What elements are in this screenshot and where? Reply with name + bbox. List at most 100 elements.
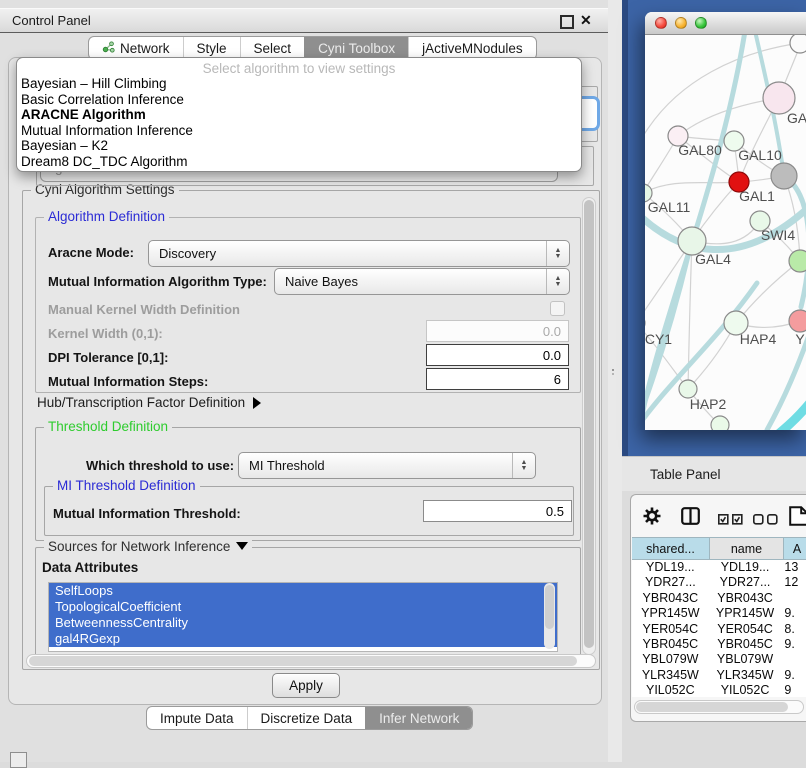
attributes-scrollbar-thumb[interactable] [545,585,554,629]
manual-kernel-checkbox[interactable] [550,301,565,316]
column-header[interactable]: shared... [632,537,710,560]
table-cell [781,652,806,667]
mi-type-combo[interactable]: Naive Bayes ▲▼ [274,268,570,295]
table-row[interactable]: YBR045CYBR045C9. [632,637,806,652]
tab-impute-data[interactable]: Impute Data [147,707,247,729]
network-window-titlebar[interactable] [645,12,806,35]
data-attributes-label: Data Attributes [42,560,138,575]
collapse-arrow-icon[interactable] [236,542,248,550]
attribute-item[interactable]: SelfLoops [49,583,557,599]
algorithm-option[interactable]: Bayesian – K2 [17,138,581,154]
table-row[interactable]: YDL19...YDL19...13 [632,560,806,575]
settings-horizontal-scrollbar[interactable] [26,654,596,668]
hub-definition-label: Hub/Transcription Factor Definition [37,395,245,410]
table-cell: YBR045C [632,637,709,652]
table-horizontal-scrollbar[interactable] [634,700,804,714]
float-window-icon[interactable] [560,15,574,29]
algorithm-popup-items: Bayesian – Hill ClimbingBasic Correlatio… [17,76,581,169]
table-column-headers: shared...nameA [632,537,806,560]
algorithm-option[interactable]: ARACNE Algorithm [17,107,581,123]
settings-hscrollbar-thumb[interactable] [29,656,577,666]
node-hap4-label: HAP4 [740,331,777,347]
tab-network[interactable]: Network [89,37,183,59]
apply-button[interactable]: Apply [272,673,340,698]
node-salmon[interactable] [789,310,806,332]
algorithm-option[interactable]: Mutual Information Inference [17,123,581,139]
which-threshold-label: Which threshold to use: [86,458,234,473]
table-panel: shared...nameA YDL19...YDL19...13YDR27..… [630,494,806,722]
network-window[interactable]: GALGAL80GAL10GAL1GAL11SWI4GAL4GCY1HAP4YH… [645,12,806,430]
minimize-traffic-light-icon[interactable] [675,17,687,29]
document-icon[interactable] [789,506,806,531]
mi-threshold-legend: MI Threshold Definition [53,478,200,493]
attributes-scrollbar[interactable] [544,583,555,649]
mi-steps-field[interactable]: 6 [426,368,569,390]
show-checked-columns-icon[interactable] [718,512,743,530]
tab-label: Network [120,41,170,56]
table-cell [781,591,806,606]
algorithm-option[interactable]: Basic Correlation Inference [17,92,581,108]
tab-select[interactable]: Select [240,37,305,59]
hide-columns-icon[interactable] [753,512,778,530]
network-canvas[interactable]: GALGAL80GAL10GAL1GAL11SWI4GAL4GCY1HAP4YH… [645,35,806,430]
mi-threshold-field[interactable]: 0.5 [423,500,572,522]
attribute-item[interactable]: gal4RGexp [49,631,557,647]
table-row[interactable]: YDR27...YDR27...12 [632,575,806,590]
node-green-right[interactable] [789,250,806,272]
algorithm-definition-group: Algorithm Definition Aracne Mode: Discov… [35,217,581,393]
column-header[interactable]: name [710,537,784,560]
collapsed-panel-icon[interactable] [10,752,27,768]
which-threshold-combo[interactable]: MI Threshold ▲▼ [238,452,536,479]
control-panel-titlebar: Control Panel ✕ [0,8,608,33]
split-columns-icon[interactable] [681,507,700,530]
dpi-tolerance-field[interactable]: 0.0 [426,344,569,366]
table-row[interactable]: YPR145WYPR145W9. [632,606,806,621]
table-cell: YLR345W [632,668,709,683]
table-hscrollbar-thumb[interactable] [636,702,788,712]
column-header[interactable]: A [784,537,806,560]
tab-jactivemnodules[interactable]: jActiveMNodules [408,37,536,59]
attribute-item[interactable]: BetweennessCentrality [49,615,557,631]
close-traffic-light-icon[interactable] [655,17,667,29]
table-cell: YER054C [632,622,709,637]
node-bottom-green[interactable] [711,416,729,430]
table-row[interactable]: YBL079WYBL079W [632,652,806,667]
algorithm-option[interactable]: Dream8 DC_TDC Algorithm [17,154,581,170]
kernel-width-field[interactable]: 0.0 [426,320,569,342]
node-gal10-label: GAL10 [738,147,782,163]
mi-steps-label: Mutual Information Steps: [48,374,208,389]
table-cell: 9. [781,637,806,652]
tab-cyni-toolbox[interactable]: Cyni Toolbox [304,37,408,59]
node-top[interactable] [790,35,806,53]
sources-legend-text: Sources for Network Inference [48,539,230,554]
sources-legend: Sources for Network Inference [44,539,252,554]
attribute-item[interactable]: TopologicalCoefficient [49,599,557,615]
aracne-mode-combo[interactable]: Discovery ▲▼ [148,240,570,267]
hub-definition-toggle[interactable]: Hub/Transcription Factor Definition [37,395,261,410]
threshold-definition-legend: Threshold Definition [44,419,172,434]
panel-splitter[interactable] [608,0,622,762]
mi-type-label: Mutual Information Algorithm Type: [48,274,267,289]
close-icon[interactable]: ✕ [580,12,592,29]
table-row[interactable]: YBR043CYBR043C [632,591,806,606]
tab-infer-network[interactable]: Infer Network [365,707,472,729]
splitter-handle-icon[interactable] [611,368,616,376]
node-gray[interactable] [771,163,797,189]
tab-style[interactable]: Style [183,37,240,59]
which-threshold-value: MI Threshold [239,453,512,478]
table-row[interactable]: YER054CYER054C8. [632,622,806,637]
tab-label: Infer Network [379,711,459,726]
table-row[interactable]: YIL052CYIL052C9 [632,683,806,697]
gear-icon[interactable] [643,507,661,530]
tab-discretize-data[interactable]: Discretize Data [247,707,366,729]
settings-scrollbar-thumb[interactable] [584,200,594,648]
data-attributes-list[interactable]: SelfLoopsTopologicalCoefficientBetweenne… [48,582,558,652]
expand-arrow-icon [253,397,261,409]
zoom-traffic-light-icon[interactable] [695,17,707,29]
node-gal1-label: GAL1 [739,188,775,204]
settings-vertical-scrollbar[interactable] [582,197,596,655]
node-gal-pink-label: GAL [787,110,806,126]
algorithm-option[interactable]: Bayesian – Hill Climbing [17,76,581,92]
network-graph[interactable]: GALGAL80GAL10GAL1GAL11SWI4GAL4GCY1HAP4YH… [645,35,806,430]
table-row[interactable]: YLR345WYLR345W9. [632,668,806,683]
